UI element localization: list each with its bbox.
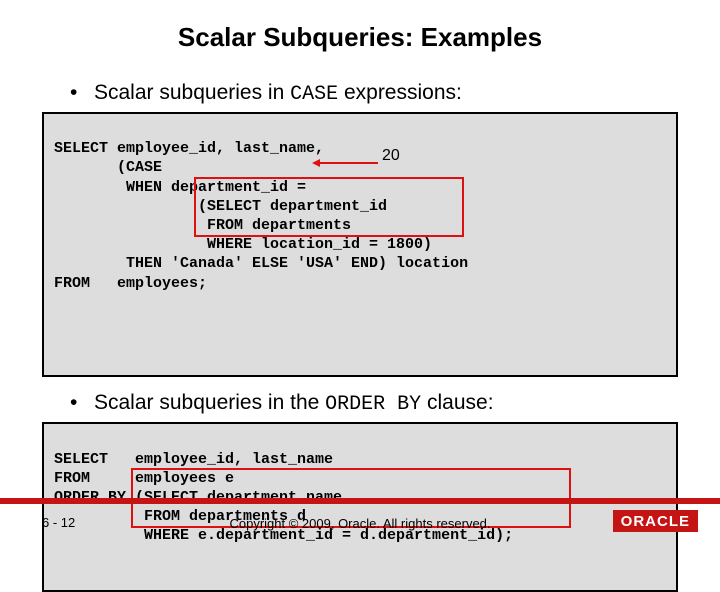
bullet-2-mono: ORDER BY	[325, 393, 421, 416]
bullet-2: • Scalar subqueries in the ORDER BY clau…	[70, 391, 720, 416]
bullet-2-text: Scalar subqueries in the ORDER BY clause…	[94, 391, 494, 416]
code-block-1: SELECT employee_id, last_name, (CASE WHE…	[42, 112, 678, 377]
bullet-1-mono: CASE	[290, 83, 338, 106]
bullet-dot: •	[70, 81, 94, 105]
bullet-1: • Scalar subqueries in CASE expressions:	[70, 81, 720, 106]
bullet-1-text: Scalar subqueries in CASE expressions:	[94, 81, 462, 106]
code1-l4: FROM departments	[54, 217, 351, 234]
slide-title: Scalar Subqueries: Examples	[0, 0, 720, 53]
code1-l7: FROM employees;	[54, 275, 207, 292]
footer: 6 - 12 Copyright © 2009, Oracle. All rig…	[0, 498, 720, 540]
bullet-1-post: expressions:	[338, 81, 462, 104]
bullet-2-pre: Scalar subqueries in the	[94, 391, 325, 414]
bullet-2-post: clause:	[421, 391, 493, 414]
bullet-1-pre: Scalar subqueries in	[94, 81, 290, 104]
code1-l2: WHEN department_id =	[54, 179, 306, 196]
code2-l0: SELECT employee_id, last_name	[54, 451, 333, 468]
bullet-dot: •	[70, 391, 94, 415]
slide: Scalar Subqueries: Examples • Scalar sub…	[0, 0, 720, 540]
code2-l1: FROM employees e	[54, 470, 234, 487]
code1-l1: (CASE	[54, 159, 162, 176]
code1-l5: WHERE location_id = 1800)	[54, 236, 432, 253]
oracle-logo: ORACLE	[613, 510, 698, 532]
footer-bar	[0, 498, 720, 504]
code1-l6: THEN 'Canada' ELSE 'USA' END) location	[54, 255, 468, 272]
arrow-icon	[312, 156, 382, 170]
page-number: 6 - 12	[42, 515, 75, 530]
code1-l3: (SELECT department_id	[54, 198, 387, 215]
code1-l0: SELECT employee_id, last_name,	[54, 140, 324, 157]
annotation-value: 20	[382, 146, 400, 166]
